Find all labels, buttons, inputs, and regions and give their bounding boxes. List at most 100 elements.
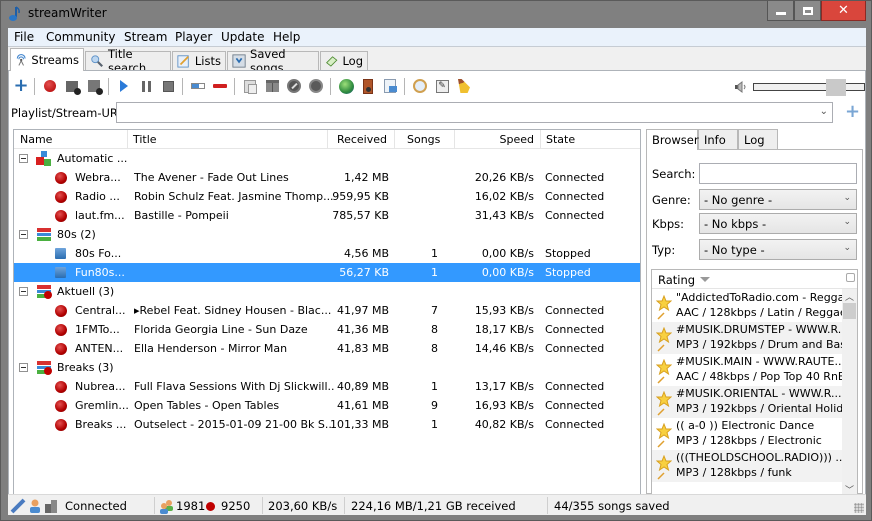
tree-stream-row[interactable]: 1FMTo... Florida Georgia Line - Sun Daze 4… (14, 320, 640, 339)
status-separator (262, 497, 263, 514)
open-web-button[interactable] (337, 77, 355, 95)
timer-button[interactable] (411, 77, 429, 95)
tree-stream-row[interactable]: Fun80s... 56,27 KB 1 0,00 KB/s Stopped (14, 263, 640, 282)
pause-button[interactable] (137, 77, 155, 95)
station-list-item[interactable]: "AddictedToRadio.com - Regga... AAC / 128… (652, 290, 842, 322)
minimize-button[interactable] (767, 1, 794, 21)
column-header-received[interactable]: Received (327, 130, 393, 149)
station-list-scrollbar[interactable]: ︿ ﹀ (842, 289, 857, 497)
column-header-state[interactable]: State (540, 130, 640, 149)
tree-stream-row[interactable]: Gremlin... Open Tables - Open Tables 41,61… (14, 396, 640, 415)
record-all-button[interactable] (85, 77, 103, 95)
copy-button[interactable] (241, 77, 259, 95)
group-name: Breaks (3) (57, 361, 114, 374)
rating-column-header[interactable]: Rating (658, 273, 695, 287)
speaker-icon (363, 78, 373, 94)
stream-state: Connected (545, 323, 605, 336)
record-box-icon (66, 80, 81, 95)
remove-button[interactable] (211, 77, 229, 95)
volume-icon[interactable] (734, 80, 748, 94)
station-list-item[interactable]: #MUSIK.DRUMSTEP - WWW.R... MP3 / 192kbps … (652, 322, 842, 354)
globe-icon (338, 78, 354, 94)
menu-player[interactable]: Player (175, 30, 212, 44)
station-name: #MUSIK.DRUMSTEP - WWW.R... (676, 323, 842, 336)
collapse-toggle-icon[interactable] (19, 230, 28, 239)
reset-button[interactable] (307, 77, 325, 95)
type-select[interactable]: - No type - ⌄ (699, 239, 857, 260)
close-button[interactable]: ✕ (821, 1, 866, 21)
kbps-select[interactable]: - No kbps - ⌄ (699, 213, 857, 234)
station-list-item[interactable]: #MUSIK.MAIN - WWW.RAUTE... AAC / 48kbps /… (652, 354, 842, 386)
stream-speed: 0,00 KB/s (481, 266, 534, 279)
tree-group-row[interactable]: Aktuell (3) (14, 282, 640, 301)
tab-lists[interactable]: Lists (172, 51, 226, 70)
collapse-toggle-icon[interactable] (19, 154, 28, 163)
tab-info[interactable]: Info (698, 129, 738, 149)
rename-button[interactable] (189, 77, 207, 95)
gift-button[interactable] (263, 77, 281, 95)
menu-help[interactable]: Help (273, 30, 300, 44)
tab-saved-songs[interactable]: Saved songs (227, 47, 319, 75)
column-chooser-icon[interactable] (846, 273, 855, 282)
tab-title-search[interactable]: Title search (85, 47, 171, 75)
scrollbar-thumb[interactable] (843, 303, 856, 319)
toolbar: + ✎ (12, 75, 865, 99)
tab-streams[interactable]: Streams (10, 48, 84, 71)
tree-stream-row[interactable]: Radio ... Robin Schulz Feat. Jasmine Thom… (14, 187, 640, 206)
tab-browser-log[interactable]: Log (738, 129, 778, 149)
tree-stream-row[interactable]: 80s Fo... 4,56 MB 1 0,00 KB/s Stopped (14, 244, 640, 263)
column-header-title[interactable]: Title (127, 130, 347, 149)
column-header-songs[interactable]: Songs (394, 130, 454, 149)
maximize-button[interactable] (794, 1, 821, 21)
column-header-name[interactable]: Name (20, 133, 52, 146)
column-header-speed[interactable]: Speed (454, 130, 540, 149)
tree-stream-row[interactable]: Webra... The Avener - Fade Out Lines 1,42 … (14, 168, 640, 187)
menu-update[interactable]: Update (221, 30, 264, 44)
add-url-button[interactable]: + (845, 103, 860, 121)
station-list-item[interactable]: #MUSIK.ORIENTAL - WWW.R... MP3 / 192kbps … (652, 386, 842, 418)
star-rating-icon (656, 455, 672, 471)
tree-stream-row[interactable]: ANTEN... Ella Henderson - Mirror Man 41,83… (14, 339, 640, 358)
block-button[interactable] (285, 77, 303, 95)
tree-stream-row[interactable]: Central... ▸Rebel Feat. Sidney Housen - B… (14, 301, 640, 320)
tree-stream-row[interactable]: laut.fm... Bastille - Pompeii 785,57 KB 31,… (14, 206, 640, 225)
cleanup-button[interactable] (455, 77, 473, 95)
save-playlist-button[interactable] (381, 77, 399, 95)
stop-button[interactable] (159, 77, 177, 95)
volume-slider[interactable] (753, 79, 865, 96)
settings-button[interactable]: ✎ (433, 77, 451, 95)
tree-group-row[interactable]: Automatic ... (14, 149, 640, 168)
tab-log[interactable]: Log (320, 51, 368, 70)
title-bar[interactable]: streamWriter ✕ (1, 1, 871, 28)
menu-stream[interactable]: Stream (124, 30, 167, 44)
stream-songs: 1 (431, 247, 438, 260)
record-stopped-button[interactable] (63, 77, 81, 95)
station-list-item[interactable]: (((THEOLDSCHOOL.RADIO))) .... MP3 / 128kb… (652, 450, 842, 482)
menu-file[interactable]: File (14, 30, 34, 44)
collapse-toggle-icon[interactable] (19, 363, 28, 372)
tab-browser[interactable]: Browser (646, 129, 699, 150)
collapse-toggle-icon[interactable] (19, 287, 28, 296)
star-rating-icon (656, 359, 672, 375)
tree-stream-row[interactable]: Nubrea... Full Flava Sessions With Dj Sli… (14, 377, 640, 396)
menu-community[interactable]: Community (46, 30, 115, 44)
play-button[interactable] (115, 77, 133, 95)
volume-slider-thumb[interactable] (826, 79, 846, 96)
antenna-icon (16, 54, 26, 66)
pencil-icon (657, 344, 665, 352)
tab-log-label: Log (342, 54, 363, 68)
category-icon (36, 227, 52, 242)
search-input[interactable] (699, 163, 857, 184)
speaker-button[interactable] (359, 77, 377, 95)
scroll-up-icon[interactable]: ︿ (845, 290, 854, 303)
resize-grip[interactable] (854, 503, 864, 513)
genre-select[interactable]: - No genre - ⌄ (699, 189, 857, 210)
chevron-down-icon[interactable]: ⌄ (820, 106, 828, 117)
stream-url-input[interactable]: ⌄ (116, 102, 833, 123)
station-list-item[interactable]: (( a-0 )) Electronic Dance MP3 / 128kbps … (652, 418, 842, 450)
add-stream-button[interactable]: + (12, 77, 30, 95)
tree-group-row[interactable]: Breaks (3) (14, 358, 640, 377)
tree-group-row[interactable]: 80s (2) (14, 225, 640, 244)
record-button[interactable] (41, 77, 59, 95)
tree-stream-row[interactable]: Breaks ... Outselect - 2015-01-09 21-00 B… (14, 415, 640, 434)
